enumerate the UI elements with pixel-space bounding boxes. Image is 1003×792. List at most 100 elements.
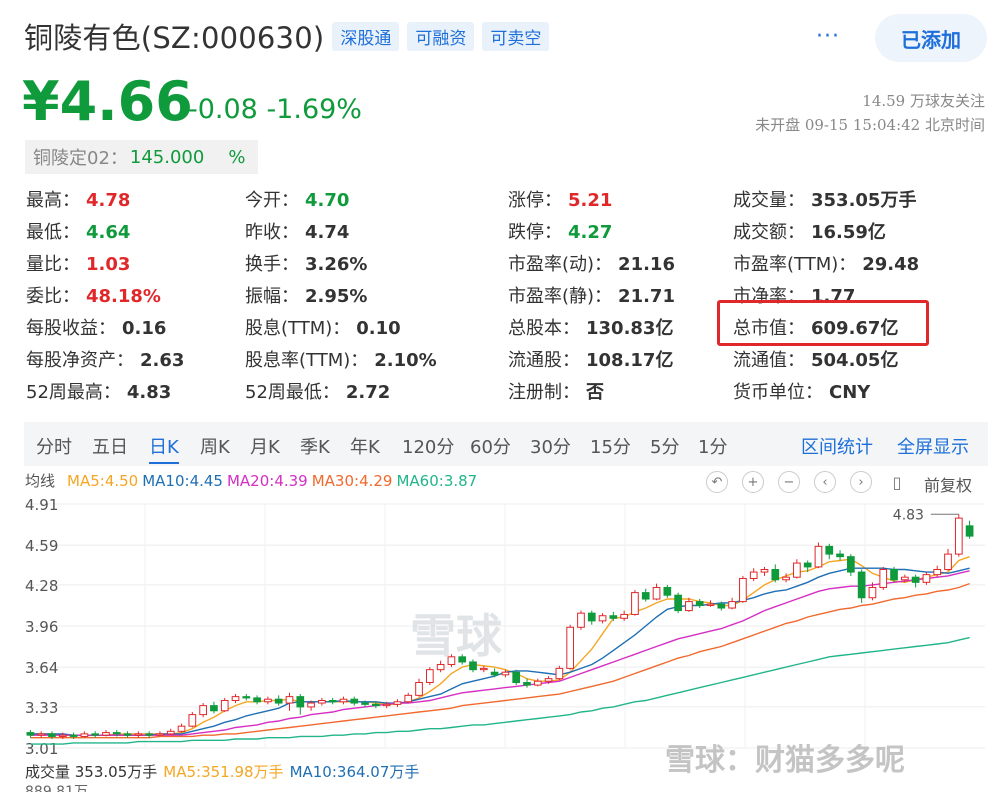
candle-body [900, 576, 909, 581]
candle-body [69, 734, 78, 737]
sub-quote-pct: % [228, 146, 246, 168]
price-change: -0.08 -1.69% [188, 94, 362, 125]
stat-value: 16.59亿 [811, 222, 886, 243]
stat-value: 否 [586, 382, 604, 403]
candle-body [490, 671, 499, 676]
stat-item: 市盈率(静)： 21.71 [508, 282, 675, 308]
stock-title: 铜陵有色(SZ:000630) [24, 21, 325, 55]
stat-value: 1.03 [86, 254, 131, 275]
stat-label: 量比： [26, 254, 80, 275]
candle-body [318, 699, 326, 704]
undo-icon[interactable]: ↶ [706, 471, 728, 493]
stat-label: 振幅： [245, 286, 299, 307]
ma-legend: 均线 MA5:4.50 MA10:4.45 MA20:4.39 MA30:4.29 MA6… [25, 470, 481, 491]
sub-quote[interactable]: 铜陵定02： 145.000 % [25, 140, 258, 174]
candle-body [382, 703, 391, 707]
stat-value: CNY [829, 382, 871, 403]
period-tab[interactable]: 120分 [402, 433, 454, 459]
candle-body [220, 699, 229, 712]
y-tick-label: 4.91 [25, 496, 58, 514]
market-cap-highlight [717, 300, 929, 346]
stat-label: 注册制： [508, 382, 580, 403]
candle-body [80, 733, 89, 737]
fullscreen-link[interactable]: 全屏显示 [897, 433, 969, 459]
added-button[interactable]: 已添加 [875, 14, 987, 62]
stat-value: 4.83 [126, 382, 172, 403]
stat-item: 成交额： 16.59亿 [733, 218, 886, 244]
stat-item: 成交量： 353.05万手 [733, 186, 916, 212]
y-tick-label: 3.01 [25, 740, 58, 756]
stat-label: 市盈率(TTM)： [733, 254, 857, 275]
scroll-right-icon[interactable]: › [850, 471, 872, 493]
candle-body [566, 626, 575, 669]
period-tab[interactable]: 季K [300, 433, 330, 459]
period-tab[interactable]: 1分 [698, 433, 727, 459]
period-tab[interactable]: 月K [250, 433, 280, 459]
candle-body [933, 568, 942, 576]
tag-shenzhen-connect[interactable]: 深股通 [332, 21, 400, 51]
stat-value: 4.78 [86, 190, 131, 211]
stat-label: 股息率(TTM)： [245, 350, 369, 371]
candle-body [134, 733, 143, 736]
candle-body [641, 592, 650, 600]
followers-count: 14.59 万球友关注 [862, 92, 985, 110]
more-icon[interactable]: ··· [816, 24, 840, 49]
stat-value: 2.10% [374, 350, 437, 371]
period-tab[interactable]: 60分 [470, 433, 511, 459]
stat-label: 成交额： [733, 222, 805, 243]
stat-value: 4.27 [568, 222, 613, 243]
period-tab[interactable]: 年K [350, 433, 380, 459]
stat-value: 48.18% [86, 286, 161, 307]
stat-label: 成交量： [733, 190, 805, 211]
stat-item: 最高： 4.78 [26, 186, 130, 212]
sub-quote-name: 铜陵定02： [33, 148, 128, 169]
y-tick-label: 3.33 [25, 699, 58, 717]
stat-value: 2.63 [140, 350, 185, 371]
period-tab[interactable]: 日K [149, 433, 179, 464]
candle-body [285, 696, 294, 704]
volume-legend-item: 成交量 353.05万手 [25, 763, 158, 781]
period-tab[interactable]: 周K [200, 433, 230, 459]
candle-body [739, 577, 747, 603]
candle-body [210, 705, 218, 712]
period-tabs: 分时 五日 日K 周K 月K 季K 年K 120分 60分 30分 15分 5分 1分 区间统计 全屏显示 [24, 422, 988, 466]
stat-label: 跌停： [508, 222, 562, 243]
zoom-in-icon[interactable]: + [742, 471, 764, 493]
range-stats-link[interactable]: 区间统计 [801, 433, 873, 459]
candle-body [242, 696, 251, 699]
candle-body [274, 698, 283, 704]
period-tab[interactable]: 五日 [92, 433, 128, 459]
period-tab[interactable]: 5分 [650, 433, 679, 459]
stat-value: 21.71 [618, 286, 675, 307]
scroll-left-icon[interactable]: ‹ [814, 471, 836, 493]
period-tab[interactable]: 分时 [36, 433, 72, 459]
candle-body [577, 612, 585, 628]
tag-margin-financing[interactable]: 可融资 [407, 21, 475, 51]
candle-body [296, 696, 305, 708]
candle-body [922, 574, 931, 583]
candle-body [771, 568, 780, 581]
candle-body [674, 594, 682, 612]
candle-body [533, 680, 542, 686]
ma-label: 均线 [25, 472, 56, 490]
candle-body [112, 732, 121, 735]
stat-item: 量比： 1.03 [26, 250, 130, 276]
max-annotation-label: 4.83 [893, 507, 924, 523]
period-tab[interactable]: 15分 [590, 433, 631, 459]
volume-legend-item: MA5:351.98万手 [163, 763, 284, 781]
zoom-out-icon[interactable]: − [778, 471, 800, 493]
stat-label: 昨收： [245, 222, 299, 243]
period-tab[interactable]: 30分 [530, 433, 571, 459]
candle-body [814, 545, 823, 568]
candle-type-icon[interactable]: ▯ [886, 471, 908, 493]
candle-body [479, 667, 488, 671]
candle-body [48, 733, 56, 737]
stat-value: 353.05万手 [811, 190, 917, 211]
candle-body [328, 699, 337, 703]
candle-body [425, 669, 434, 684]
stat-item: 市盈率(TTM)： 29.48 [733, 250, 919, 276]
stat-label: 最低： [26, 222, 80, 243]
stat-value: 108.17亿 [586, 350, 674, 371]
tag-short-sell[interactable]: 可卖空 [482, 21, 550, 51]
candle-body [156, 733, 164, 736]
